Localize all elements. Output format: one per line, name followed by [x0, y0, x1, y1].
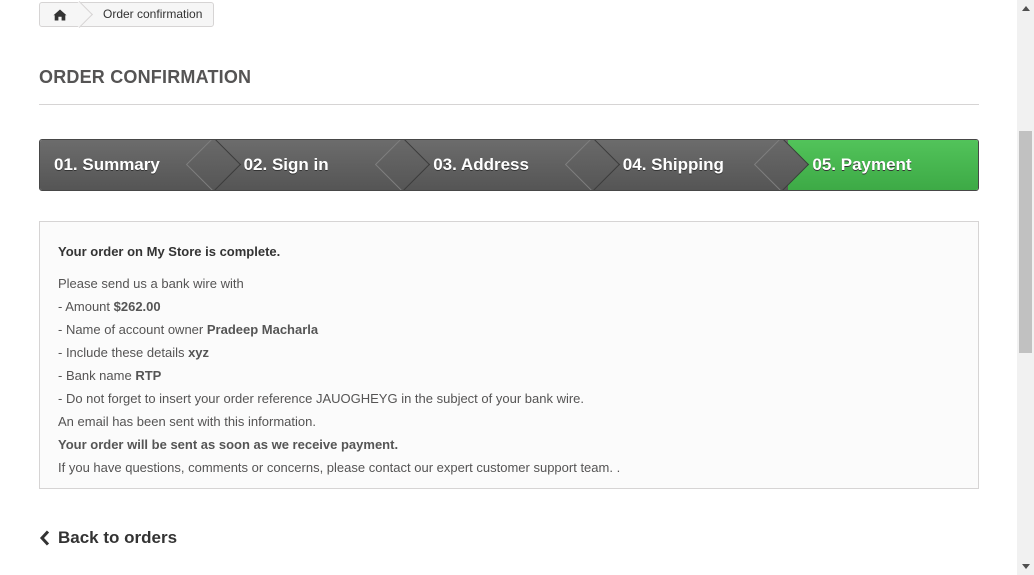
scrollbar-thumb[interactable]	[1019, 131, 1032, 353]
amount-value: $262.00	[113, 299, 161, 314]
step-payment-label: 05. Payment	[812, 155, 912, 174]
details-value: xyz	[188, 345, 210, 360]
vertical-scrollbar[interactable]	[1017, 0, 1034, 575]
account-owner-line: - Name of account owner Pradeep Macharla	[58, 318, 960, 341]
step-summary-label: 01. Summary	[54, 155, 160, 174]
details-label: - Include these details	[58, 345, 189, 360]
bank-wire-intro: Please send us a bank wire with	[58, 276, 244, 291]
step-shipping[interactable]: 04. Shipping	[598, 140, 810, 190]
back-to-orders-label: Back to orders	[58, 528, 178, 547]
order-complete-message: Your order on My Store is complete.	[58, 240, 960, 263]
scroll-down-arrow-icon[interactable]	[1017, 558, 1034, 575]
amount-label: - Amount	[58, 299, 114, 314]
bank-value: RTP	[135, 368, 162, 383]
details-line: - Include these details xyz	[58, 341, 960, 364]
complete-text-pre: Your order on	[58, 244, 147, 259]
email-sent-line: An email has been sent with this informa…	[58, 414, 316, 429]
page: Order confirmation ORDER CONFIRMATION 01…	[0, 0, 1017, 575]
chevron-left-icon	[39, 530, 50, 546]
scroll-up-arrow-icon[interactable]	[1017, 0, 1034, 17]
owner-value: Pradeep Macharla	[206, 322, 319, 337]
support-text-post: .	[612, 460, 621, 475]
step-sign-in-label: 02. Sign in	[243, 155, 329, 174]
support-text-pre: If you have questions, comments or conce…	[58, 460, 437, 475]
owner-label: - Name of account owner	[58, 322, 207, 337]
complete-text-post: is complete.	[201, 244, 281, 259]
home-icon	[53, 9, 67, 20]
bank-label: - Bank name	[58, 368, 136, 383]
breadcrumb: Order confirmation	[39, 2, 215, 27]
step-shipping-label: 04. Shipping	[622, 155, 724, 174]
step-payment: 05. Payment	[788, 140, 978, 190]
payment-notice: Your order will be sent as soon as we re…	[58, 437, 399, 452]
amount-line: - Amount $262.00	[58, 295, 960, 318]
bank-name-line: - Bank name RTP	[58, 364, 960, 387]
step-address-label: 03. Address	[433, 155, 529, 174]
step-sign-in[interactable]: 02. Sign in	[219, 140, 431, 190]
order-reference-line: - Do not forget to insert your order ref…	[58, 391, 585, 406]
page-title: ORDER CONFIRMATION	[39, 67, 979, 105]
step-address[interactable]: 03. Address	[409, 140, 620, 190]
breadcrumb-current: Order confirmation	[103, 7, 203, 21]
order-confirmation-box: Your order on My Store is complete. Plea…	[39, 221, 979, 489]
store-name: My Store	[146, 244, 202, 259]
step-summary[interactable]: 01. Summary	[40, 140, 241, 190]
breadcrumb-home-link[interactable]	[40, 3, 80, 26]
order-steps: 01. Summary 02. Sign in 03. Address 04. …	[39, 139, 979, 191]
support-line: If you have questions, comments or conce…	[58, 456, 960, 479]
support-team-link[interactable]: expert customer support team.	[437, 460, 613, 475]
back-to-orders-link[interactable]: Back to orders	[39, 528, 177, 548]
